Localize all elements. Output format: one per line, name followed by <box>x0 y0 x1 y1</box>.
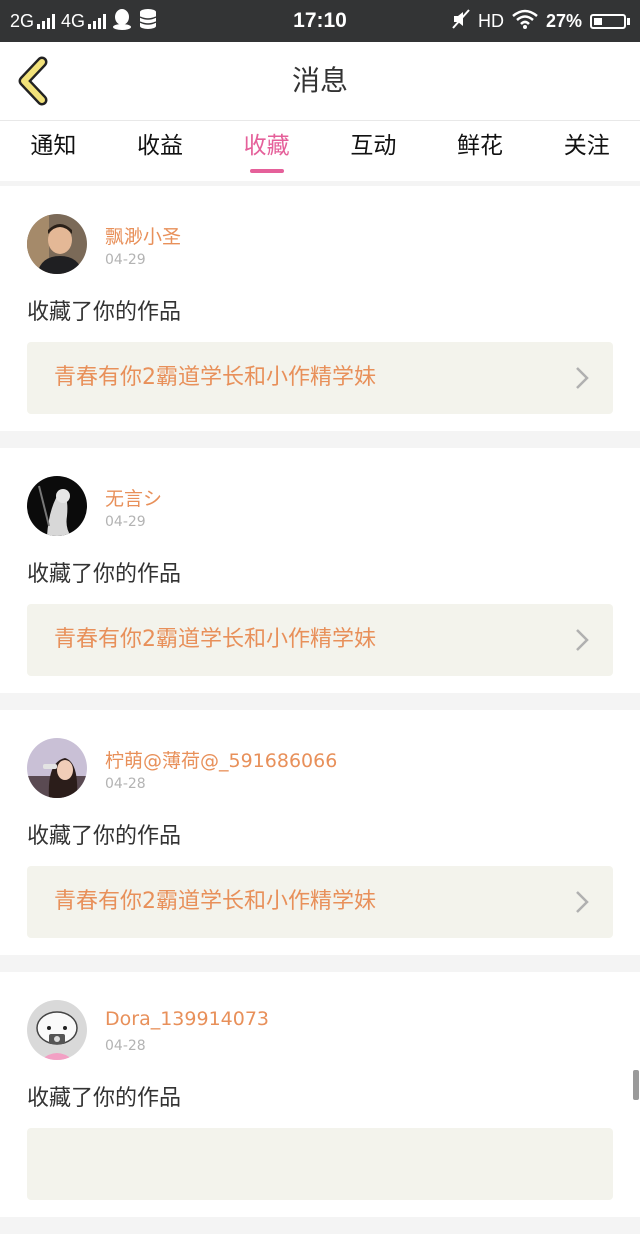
tab-favorites[interactable]: 收藏 <box>213 121 320 181</box>
work-link[interactable]: 青春有你2霸道学长和小作精学妹 <box>27 604 613 676</box>
page-title: 消息 <box>291 64 348 97</box>
message-card: Dora_139914073 04-28 收藏了你的作品 <box>0 972 640 1217</box>
chevron-right-icon <box>576 629 589 651</box>
nav-header: 消息 <box>0 42 640 121</box>
tab-interaction[interactable]: 互动 <box>320 121 427 181</box>
work-link[interactable]: 青春有你2霸道学长和小作精学妹 <box>27 342 613 414</box>
work-title: 青春有你2霸道学长和小作精学妹 <box>54 889 376 914</box>
tab-notification[interactable]: 通知 <box>0 121 107 181</box>
battery-icon <box>590 13 630 29</box>
battery-percent: 27% <box>545 10 582 31</box>
wifi-icon <box>512 9 538 34</box>
message-text: 收藏了你的作品 <box>27 562 182 587</box>
work-link[interactable]: 青春有你2霸道学长和小作精学妹 <box>27 866 613 938</box>
hd-label: HD <box>477 10 504 31</box>
tab-flowers[interactable]: 鲜花 <box>427 121 534 181</box>
message-date: 04-28 <box>105 1038 146 1054</box>
tab-bar: 通知 收益 收藏 互动 鲜花 关注 <box>0 121 640 181</box>
chevron-right-icon <box>576 367 589 389</box>
avatar[interactable] <box>27 214 87 274</box>
avatar[interactable] <box>27 738 87 798</box>
tab-earnings[interactable]: 收益 <box>107 121 214 181</box>
message-card: 柠萌@薄荷@_591686066 04-28 收藏了你的作品 青春有你2霸道学长… <box>0 710 640 955</box>
message-list: 飘渺小圣 04-29 收藏了你的作品 青春有你2霸道学长和小作精学妹 无言シ 0… <box>0 186 640 1234</box>
username[interactable]: 柠萌@薄荷@_591686066 <box>105 746 337 773</box>
message-text: 收藏了你的作品 <box>27 1086 182 1111</box>
work-title: 青春有你2霸道学长和小作精学妹 <box>54 627 376 652</box>
message-card: 无言シ 04-29 收藏了你的作品 青春有你2霸道学长和小作精学妹 <box>0 448 640 693</box>
message-date: 04-28 <box>105 776 146 792</box>
message-date: 04-29 <box>105 252 146 268</box>
username[interactable]: 无言シ <box>105 484 162 511</box>
tab-follow[interactable]: 关注 <box>533 121 640 181</box>
avatar[interactable] <box>27 1000 87 1060</box>
message-text: 收藏了你的作品 <box>27 300 182 325</box>
username[interactable]: Dora_139914073 <box>105 1008 269 1030</box>
mute-icon <box>452 8 470 34</box>
message-text: 收藏了你的作品 <box>27 824 182 849</box>
chevron-right-icon <box>576 891 589 913</box>
scrollbar-thumb[interactable] <box>633 1070 639 1100</box>
work-title: 青春有你2霸道学长和小作精学妹 <box>54 365 376 390</box>
message-date: 04-29 <box>105 514 146 530</box>
username[interactable]: 飘渺小圣 <box>105 222 181 249</box>
work-link[interactable] <box>27 1128 613 1200</box>
status-bar: 2G 4G 17:10 HD 27% <box>0 0 640 42</box>
avatar[interactable] <box>27 476 87 536</box>
message-card: 飘渺小圣 04-29 收藏了你的作品 青春有你2霸道学长和小作精学妹 <box>0 186 640 431</box>
